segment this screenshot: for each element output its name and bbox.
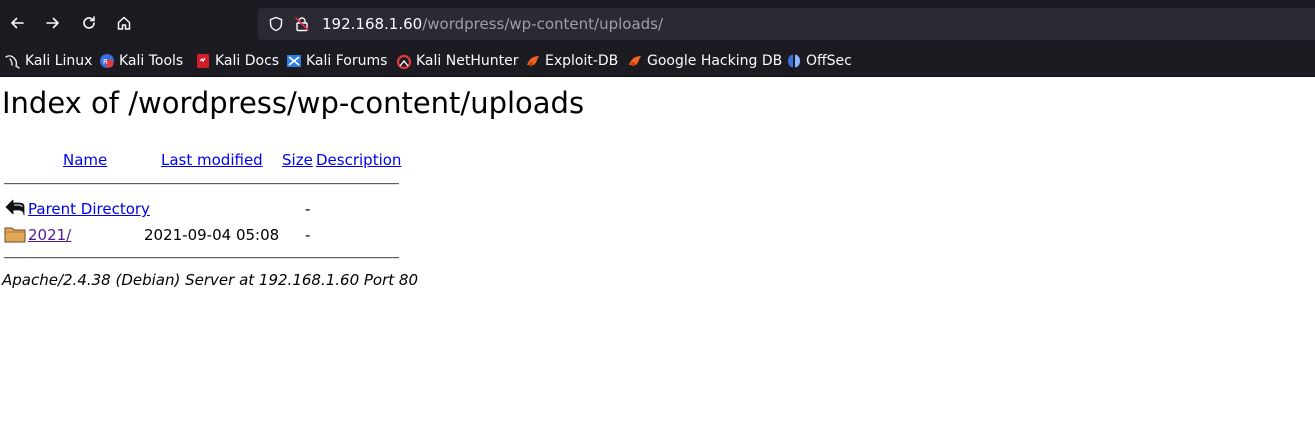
kali-forums-icon [286, 53, 302, 69]
bookmark-label: Google Hacking DB [647, 53, 783, 69]
sort-by-name-link[interactable]: Name [63, 151, 107, 169]
bookmark-label: Exploit-DB [545, 53, 619, 69]
folder-icon [4, 224, 26, 244]
kali-nethunter-icon [396, 53, 412, 70]
bookmark-label: Kali Forums [306, 53, 388, 69]
bookmark-label: Kali Tools [119, 53, 184, 69]
forward-icon[interactable] [41, 11, 65, 35]
shield-icon[interactable] [268, 16, 284, 32]
size-cell: - [305, 226, 311, 244]
browser-toolbar: 192.168.1.60/wordpress/wp-content/upload… [0, 0, 1315, 46]
insecure-lock-icon[interactable] [294, 16, 310, 32]
bookmark-offsec[interactable]: OffSec [786, 51, 852, 71]
ghdb-icon [627, 53, 643, 69]
folder-2021-link[interactable]: 2021/ [28, 226, 71, 244]
bookmark-exploit-db[interactable]: Exploit-DB [525, 51, 618, 71]
home-icon[interactable] [112, 11, 136, 35]
bookmark-kali-linux[interactable]: Kali Linux [5, 51, 92, 71]
url-text[interactable]: 192.168.1.60/wordpress/wp-content/upload… [322, 15, 663, 33]
last-modified-cell: 2021-09-04 05:08 [144, 226, 280, 244]
exploit-db-icon [525, 53, 541, 69]
bookmark-label: Kali Linux [25, 53, 93, 69]
svg-text:R: R [103, 58, 108, 66]
sort-by-size-link[interactable]: Size [282, 151, 313, 169]
bookmark-google-hacking-db[interactable]: Google Hacking DB [627, 51, 782, 71]
kali-dragon-icon [5, 53, 21, 69]
back-arrow-icon [4, 197, 25, 217]
url-host: 192.168.1.60 [322, 15, 423, 33]
bookmark-kali-nethunter[interactable]: Kali NetHunter [396, 51, 518, 71]
parent-directory-link[interactable]: Parent Directory [28, 200, 150, 218]
kali-tools-icon: R [99, 53, 115, 69]
footer-divider [4, 257, 399, 259]
sort-by-description-link[interactable]: Description [316, 151, 401, 169]
size-cell: - [305, 200, 311, 218]
url-path: /wordpress/wp-content/uploads/ [422, 15, 664, 33]
bookmark-label: OffSec [806, 53, 852, 69]
kali-docs-icon [195, 53, 211, 69]
reload-icon[interactable] [77, 11, 101, 35]
bookmark-kali-forums[interactable]: Kali Forums [286, 51, 387, 71]
offsec-icon [786, 53, 802, 69]
header-divider [4, 183, 399, 185]
server-signature: Apache/2.4.38 (Debian) Server at 192.168… [2, 271, 419, 289]
back-icon[interactable] [5, 11, 29, 35]
page-title: Index of /wordpress/wp-content/uploads [2, 86, 585, 120]
sort-by-last-modified-link[interactable]: Last modified [161, 151, 263, 169]
bookmark-label: Kali Docs [215, 53, 280, 69]
bookmark-kali-tools[interactable]: R Kali Tools [99, 51, 183, 71]
address-bar[interactable]: 192.168.1.60/wordpress/wp-content/upload… [258, 8, 1315, 40]
bookmark-kali-docs[interactable]: Kali Docs [195, 51, 279, 71]
bookmark-label: Kali NetHunter [416, 53, 519, 69]
